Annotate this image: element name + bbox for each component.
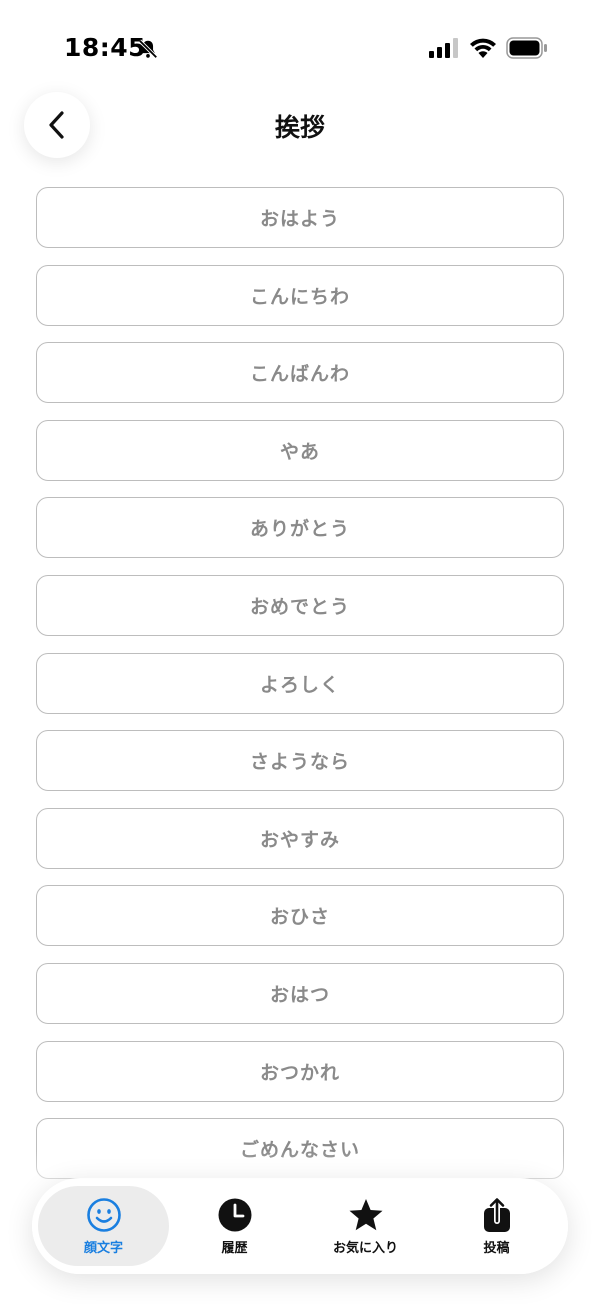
smiley-icon (86, 1197, 121, 1232)
tab-label: お気に入り (332, 1240, 398, 1256)
list-item[interactable]: ありがとう (36, 497, 564, 559)
list-item[interactable]: やあ (36, 419, 564, 481)
tab-post[interactable]: 投稿 (431, 1186, 562, 1266)
status-bar: 18:45 (0, 0, 600, 96)
list-item[interactable]: おつかれ (36, 1040, 564, 1102)
share-icon (483, 1196, 510, 1232)
greeting-list: おはよう こんにちわ こんばんわ やあ ありがとう おめでとう よろしく さよう… (36, 187, 564, 1196)
page-title: 挨拶 (274, 113, 325, 142)
tab-label: 投稿 (483, 1240, 510, 1256)
list-item[interactable]: こんばんわ (36, 342, 564, 404)
battery-icon (506, 37, 547, 59)
signal-icon (429, 38, 458, 58)
star-icon (349, 1198, 382, 1230)
list-item[interactable]: おはよう (36, 187, 564, 248)
tab-label: 顔文字 (83, 1240, 123, 1256)
clock-icon (218, 1198, 251, 1231)
list-item[interactable]: おやすみ (36, 807, 564, 869)
list-item[interactable]: さようなら (36, 730, 564, 792)
list-item[interactable]: おひさ (36, 885, 564, 947)
tab-bar: 顔文字 履歴 お気に入り 投稿 (32, 1178, 568, 1274)
tab-favorites[interactable]: お気に入り (300, 1186, 431, 1266)
bell-off-icon (138, 39, 158, 59)
wifi-icon (470, 38, 496, 58)
tab-label: 履歴 (221, 1240, 248, 1256)
list-item[interactable]: おめでとう (36, 574, 564, 636)
list-item[interactable]: こんにちわ (36, 264, 564, 326)
tab-history[interactable]: 履歴 (169, 1186, 300, 1266)
list-item[interactable]: おはつ (36, 962, 564, 1024)
tab-kaomoji[interactable]: 顔文字 (38, 1186, 169, 1266)
list-item[interactable]: よろしく (36, 652, 564, 714)
status-time: 18:45 (64, 33, 147, 62)
